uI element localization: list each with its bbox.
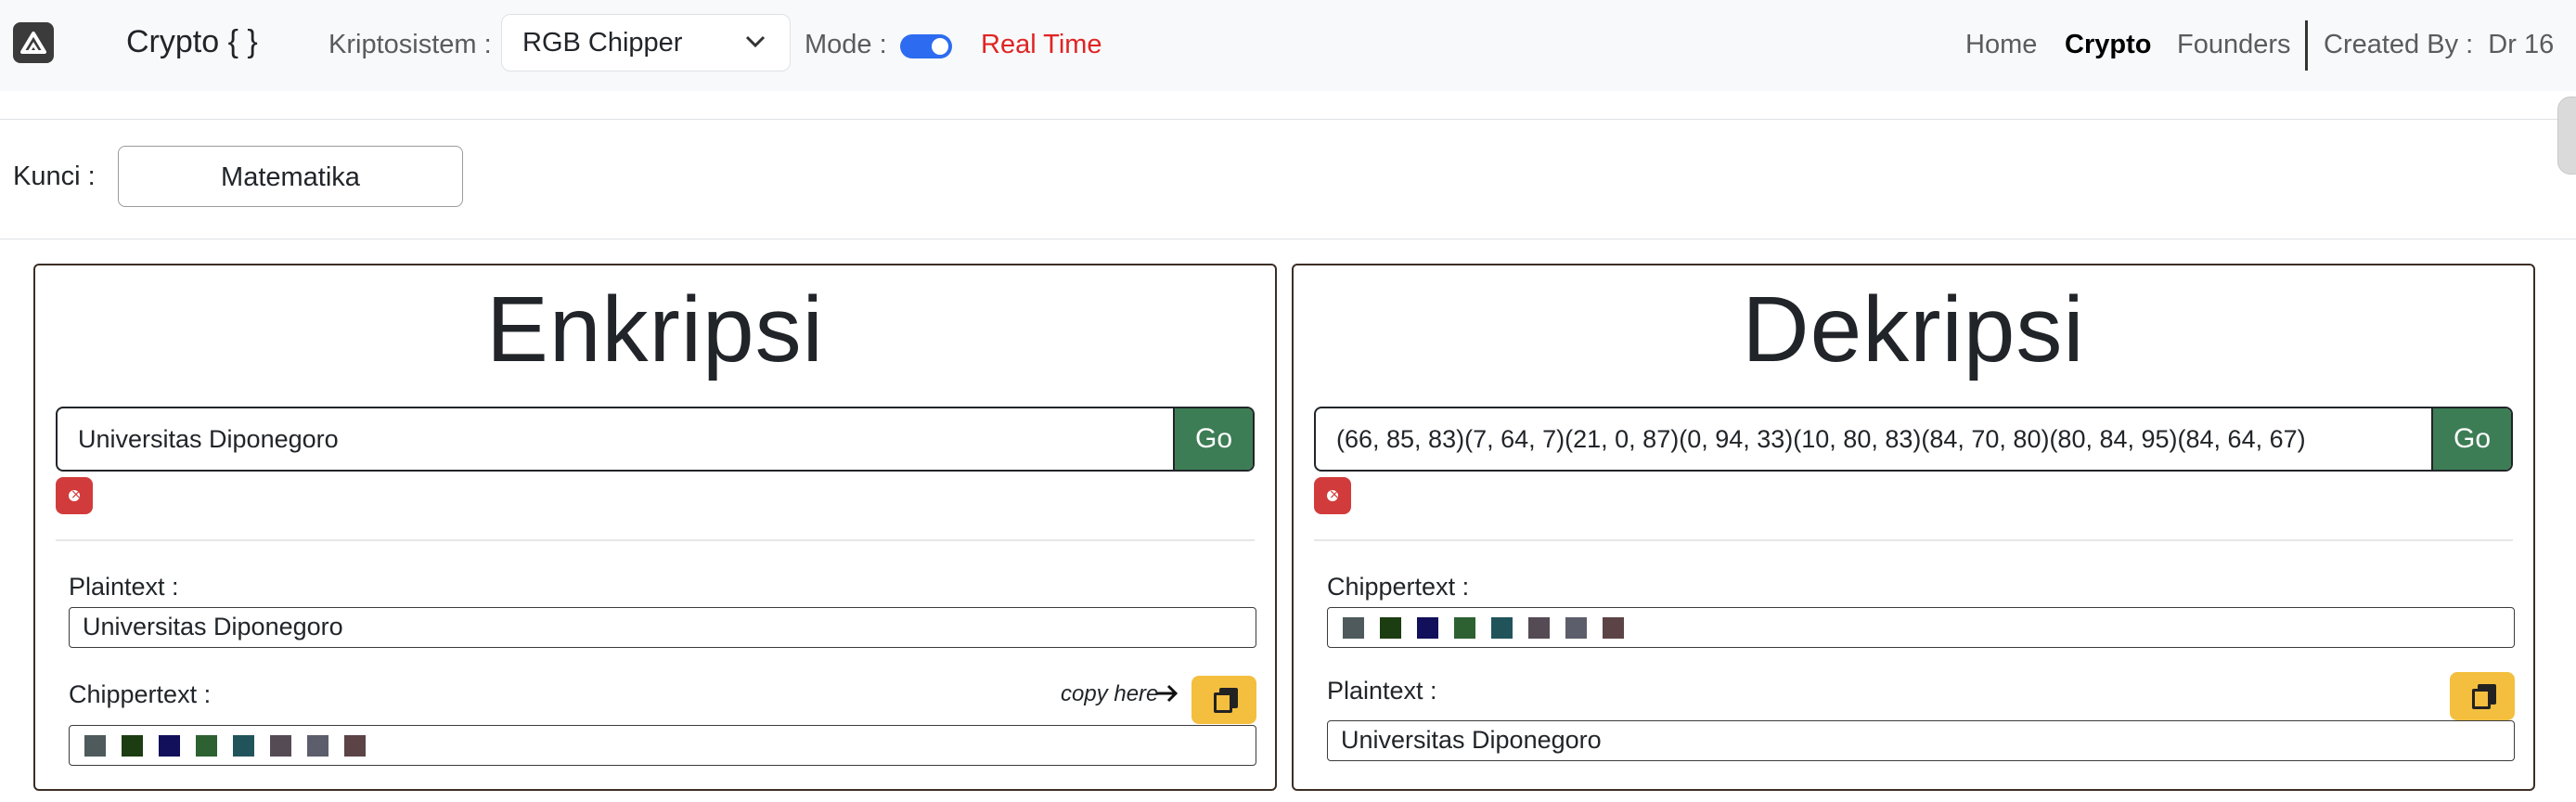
encrypt-input[interactable]: Universitas Diponegoro xyxy=(58,408,1173,470)
mode-toggle[interactable] xyxy=(900,34,952,58)
encrypt-chippertext-output[interactable] xyxy=(69,725,1256,766)
decrypt-copy-button[interactable] xyxy=(2450,672,2515,720)
decrypt-clear-icon[interactable] xyxy=(1314,477,1351,514)
color-swatch xyxy=(1565,617,1587,639)
key-section: Kunci : Matematika xyxy=(0,119,2576,239)
cipher-select[interactable]: RGB Chipper xyxy=(501,14,791,71)
nav-founders[interactable]: Founders xyxy=(2177,30,2291,60)
brand-title[interactable]: Crypto { } xyxy=(126,24,258,60)
color-swatch xyxy=(84,735,106,757)
encrypt-plaintext-output[interactable]: Universitas Diponegoro xyxy=(69,607,1256,648)
arrow-right-icon xyxy=(1155,681,1179,711)
copy-icon-front xyxy=(2472,689,2491,709)
color-swatch xyxy=(1380,617,1401,639)
color-swatch xyxy=(1603,617,1624,639)
nav-home[interactable]: Home xyxy=(1965,30,2037,60)
color-swatch xyxy=(307,735,328,757)
encrypt-copy-button[interactable] xyxy=(1191,676,1256,724)
color-swatch xyxy=(122,735,143,757)
mode-value: Real Time xyxy=(981,30,1102,59)
decrypt-divider xyxy=(1314,539,2513,541)
nav-divider xyxy=(2305,20,2308,71)
decrypt-plaintext-output[interactable]: Universitas Diponegoro xyxy=(1327,720,2515,761)
color-swatch xyxy=(1491,617,1513,639)
kriptosistem-label: Kriptosistem : xyxy=(328,30,492,59)
color-swatch xyxy=(1454,617,1475,639)
chevron-down-icon xyxy=(745,35,766,48)
nav-crypto[interactable]: Crypto xyxy=(2065,30,2151,60)
copy-icon-front xyxy=(1214,692,1232,713)
encrypt-chippertext-label: Chippertext : xyxy=(69,680,212,708)
decrypt-go-button[interactable]: Go xyxy=(2431,408,2511,470)
encrypt-input-group: Universitas Diponegoro Go xyxy=(56,407,1255,472)
encrypt-title: Enkripsi xyxy=(486,278,824,382)
color-swatch xyxy=(270,735,291,757)
color-swatch xyxy=(1528,617,1550,639)
color-swatch xyxy=(1417,617,1438,639)
encrypt-plaintext-label: Plaintext : xyxy=(69,573,179,601)
decrypt-chippertext-label: Chippertext : xyxy=(1327,573,1470,601)
toggle-knob xyxy=(932,38,948,55)
encrypt-divider xyxy=(56,539,1255,541)
created-by: Created By : Dr 16 xyxy=(2324,30,2555,59)
key-input[interactable]: Matematika xyxy=(118,146,463,207)
color-swatch xyxy=(1343,617,1364,639)
decrypt-plaintext-label: Plaintext : xyxy=(1327,677,1437,705)
decrypt-chippertext-output[interactable] xyxy=(1327,607,2515,648)
encrypt-clear-icon[interactable] xyxy=(56,477,93,514)
key-label: Kunci : xyxy=(13,162,96,191)
cipher-select-value: RGB Chipper xyxy=(522,27,683,58)
navbar: Crypto { } Kriptosistem : RGB Chipper Mo… xyxy=(0,0,2576,91)
encrypt-input-word-2: Diponegoro xyxy=(209,425,339,453)
decrypt-input[interactable]: (66, 85, 83)(7, 64, 7)(21, 0, 87)(0, 94,… xyxy=(1316,408,2431,470)
decrypt-title: Dekripsi xyxy=(1742,278,2085,382)
encrypt-panel: Enkripsi Universitas Diponegoro Go Plain… xyxy=(33,264,1277,791)
color-swatch xyxy=(196,735,217,757)
copy-hint: copy here xyxy=(1061,681,1159,706)
encrypt-go-button[interactable]: Go xyxy=(1173,408,1253,470)
decrypt-input-group: (66, 85, 83)(7, 64, 7)(21, 0, 87)(0, 94,… xyxy=(1314,407,2513,472)
color-swatch xyxy=(233,735,254,757)
color-swatch xyxy=(344,735,366,757)
app-logo-icon[interactable] xyxy=(13,22,54,63)
decrypt-swatch-list xyxy=(1335,608,2514,639)
color-swatch xyxy=(159,735,180,757)
scrollbar-thumb[interactable] xyxy=(2557,97,2576,175)
encrypt-input-word-1: Universitas xyxy=(78,425,210,453)
encrypt-swatch-list xyxy=(77,726,1256,757)
decrypt-panel: Dekripsi (66, 85, 83)(7, 64, 7)(21, 0, 8… xyxy=(1292,264,2535,791)
mode-label: Mode : xyxy=(805,30,887,59)
